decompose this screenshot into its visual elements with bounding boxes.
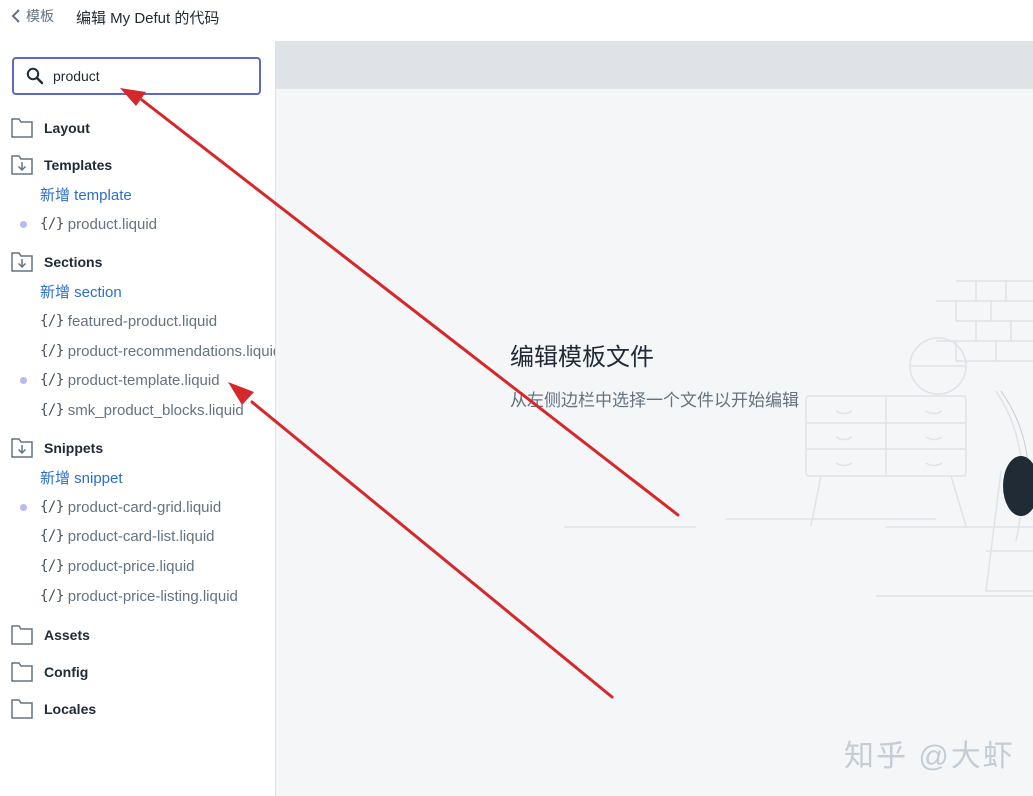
folder-layout[interactable]: Layout [11,115,90,141]
search-icon [26,67,44,85]
folder-locales[interactable]: Locales [11,696,96,722]
folder-label: Snippets [44,440,104,456]
code-file-icon: {/} [40,372,64,388]
file-name: product-price-listing.liquid [67,587,238,605]
file-item[interactable]: {/} product.liquid [40,211,157,237]
file-item[interactable]: {/} product-card-list.liquid [40,523,215,549]
file-name: featured-product.liquid [67,312,218,330]
file-item[interactable]: {/} product-card-grid.liquid [40,494,221,520]
folder-label: Assets [44,627,90,643]
file-name: product-template.liquid [67,371,220,389]
file-name: smk_product_blocks.liquid [67,401,244,419]
top-bar: 模板 编辑 My Defut 的代码 [0,0,1033,41]
add-snippet-link[interactable]: 新增 snippet [40,464,123,490]
code-file-icon: {/} [40,588,64,604]
back-to-themes-link[interactable]: 模板 [11,7,54,25]
code-file-icon: {/} [40,528,64,544]
folder-icon [11,662,33,682]
code-file-icon: {/} [40,216,64,232]
editor-main: 编辑模板文件 从左侧边栏中选择一个文件以开始编辑 知乎 @大虾 [276,41,1033,796]
folder-label: Layout [44,120,90,136]
folder-label: Templates [44,157,113,173]
folder-config[interactable]: Config [11,659,88,685]
code-file-icon: {/} [40,499,64,515]
add-template-link[interactable]: 新增 template [40,181,132,207]
file-sidebar: Layout Templates 新增 template {/} product… [0,41,276,796]
file-name: product-price.liquid [67,557,195,575]
file-item[interactable]: {/} product-template.liquid [40,367,220,393]
file-name: product-card-grid.liquid [67,498,222,516]
folder-icon [11,699,33,719]
folder-snippets[interactable]: Snippets [11,435,103,461]
folder-label: Sections [44,254,103,270]
folder-icon [11,625,33,645]
folder-label: Locales [44,701,97,717]
page-title: 编辑 My Defut 的代码 [76,10,220,27]
file-item[interactable]: {/} product-price.liquid [40,553,195,579]
search-field[interactable] [12,57,261,95]
modified-dot [20,504,27,511]
back-link-label: 模板 [26,8,54,24]
code-file-icon: {/} [40,558,64,574]
empty-state-title: 编辑模板文件 [510,344,654,371]
file-item[interactable]: {/} featured-product.liquid [40,308,217,334]
folder-open-icon [11,252,33,272]
folder-open-icon [11,438,33,458]
add-section-link[interactable]: 新增 section [40,278,122,304]
file-name: product-recommendations.liquid [67,342,276,360]
folder-open-icon [11,155,33,175]
search-input[interactable] [53,68,253,84]
code-file-icon: {/} [40,402,64,418]
modified-dot [20,221,27,228]
editor-tab-bar [276,41,1033,89]
file-item[interactable]: {/} product-recommendations.liquid [40,338,276,364]
empty-state-subtitle: 从左侧边栏中选择一个文件以开始编辑 [510,391,799,410]
modified-dot [20,377,27,384]
file-name: product.liquid [67,215,158,233]
folder-label: Config [44,664,89,680]
code-file-icon: {/} [40,313,64,329]
file-name: product-card-list.liquid [67,527,215,545]
folder-icon [11,118,33,138]
folder-assets[interactable]: Assets [11,622,90,648]
folder-templates[interactable]: Templates [11,152,112,178]
file-item[interactable]: {/} smk_product_blocks.liquid [40,397,244,423]
code-file-icon: {/} [40,343,64,359]
chevron-left-icon [11,9,20,23]
folder-sections[interactable]: Sections [11,249,102,275]
file-item[interactable]: {/} product-price-listing.liquid [40,583,238,609]
watermark: 知乎 @大虾 [844,740,1015,773]
empty-state-illustration [564,280,1033,597]
